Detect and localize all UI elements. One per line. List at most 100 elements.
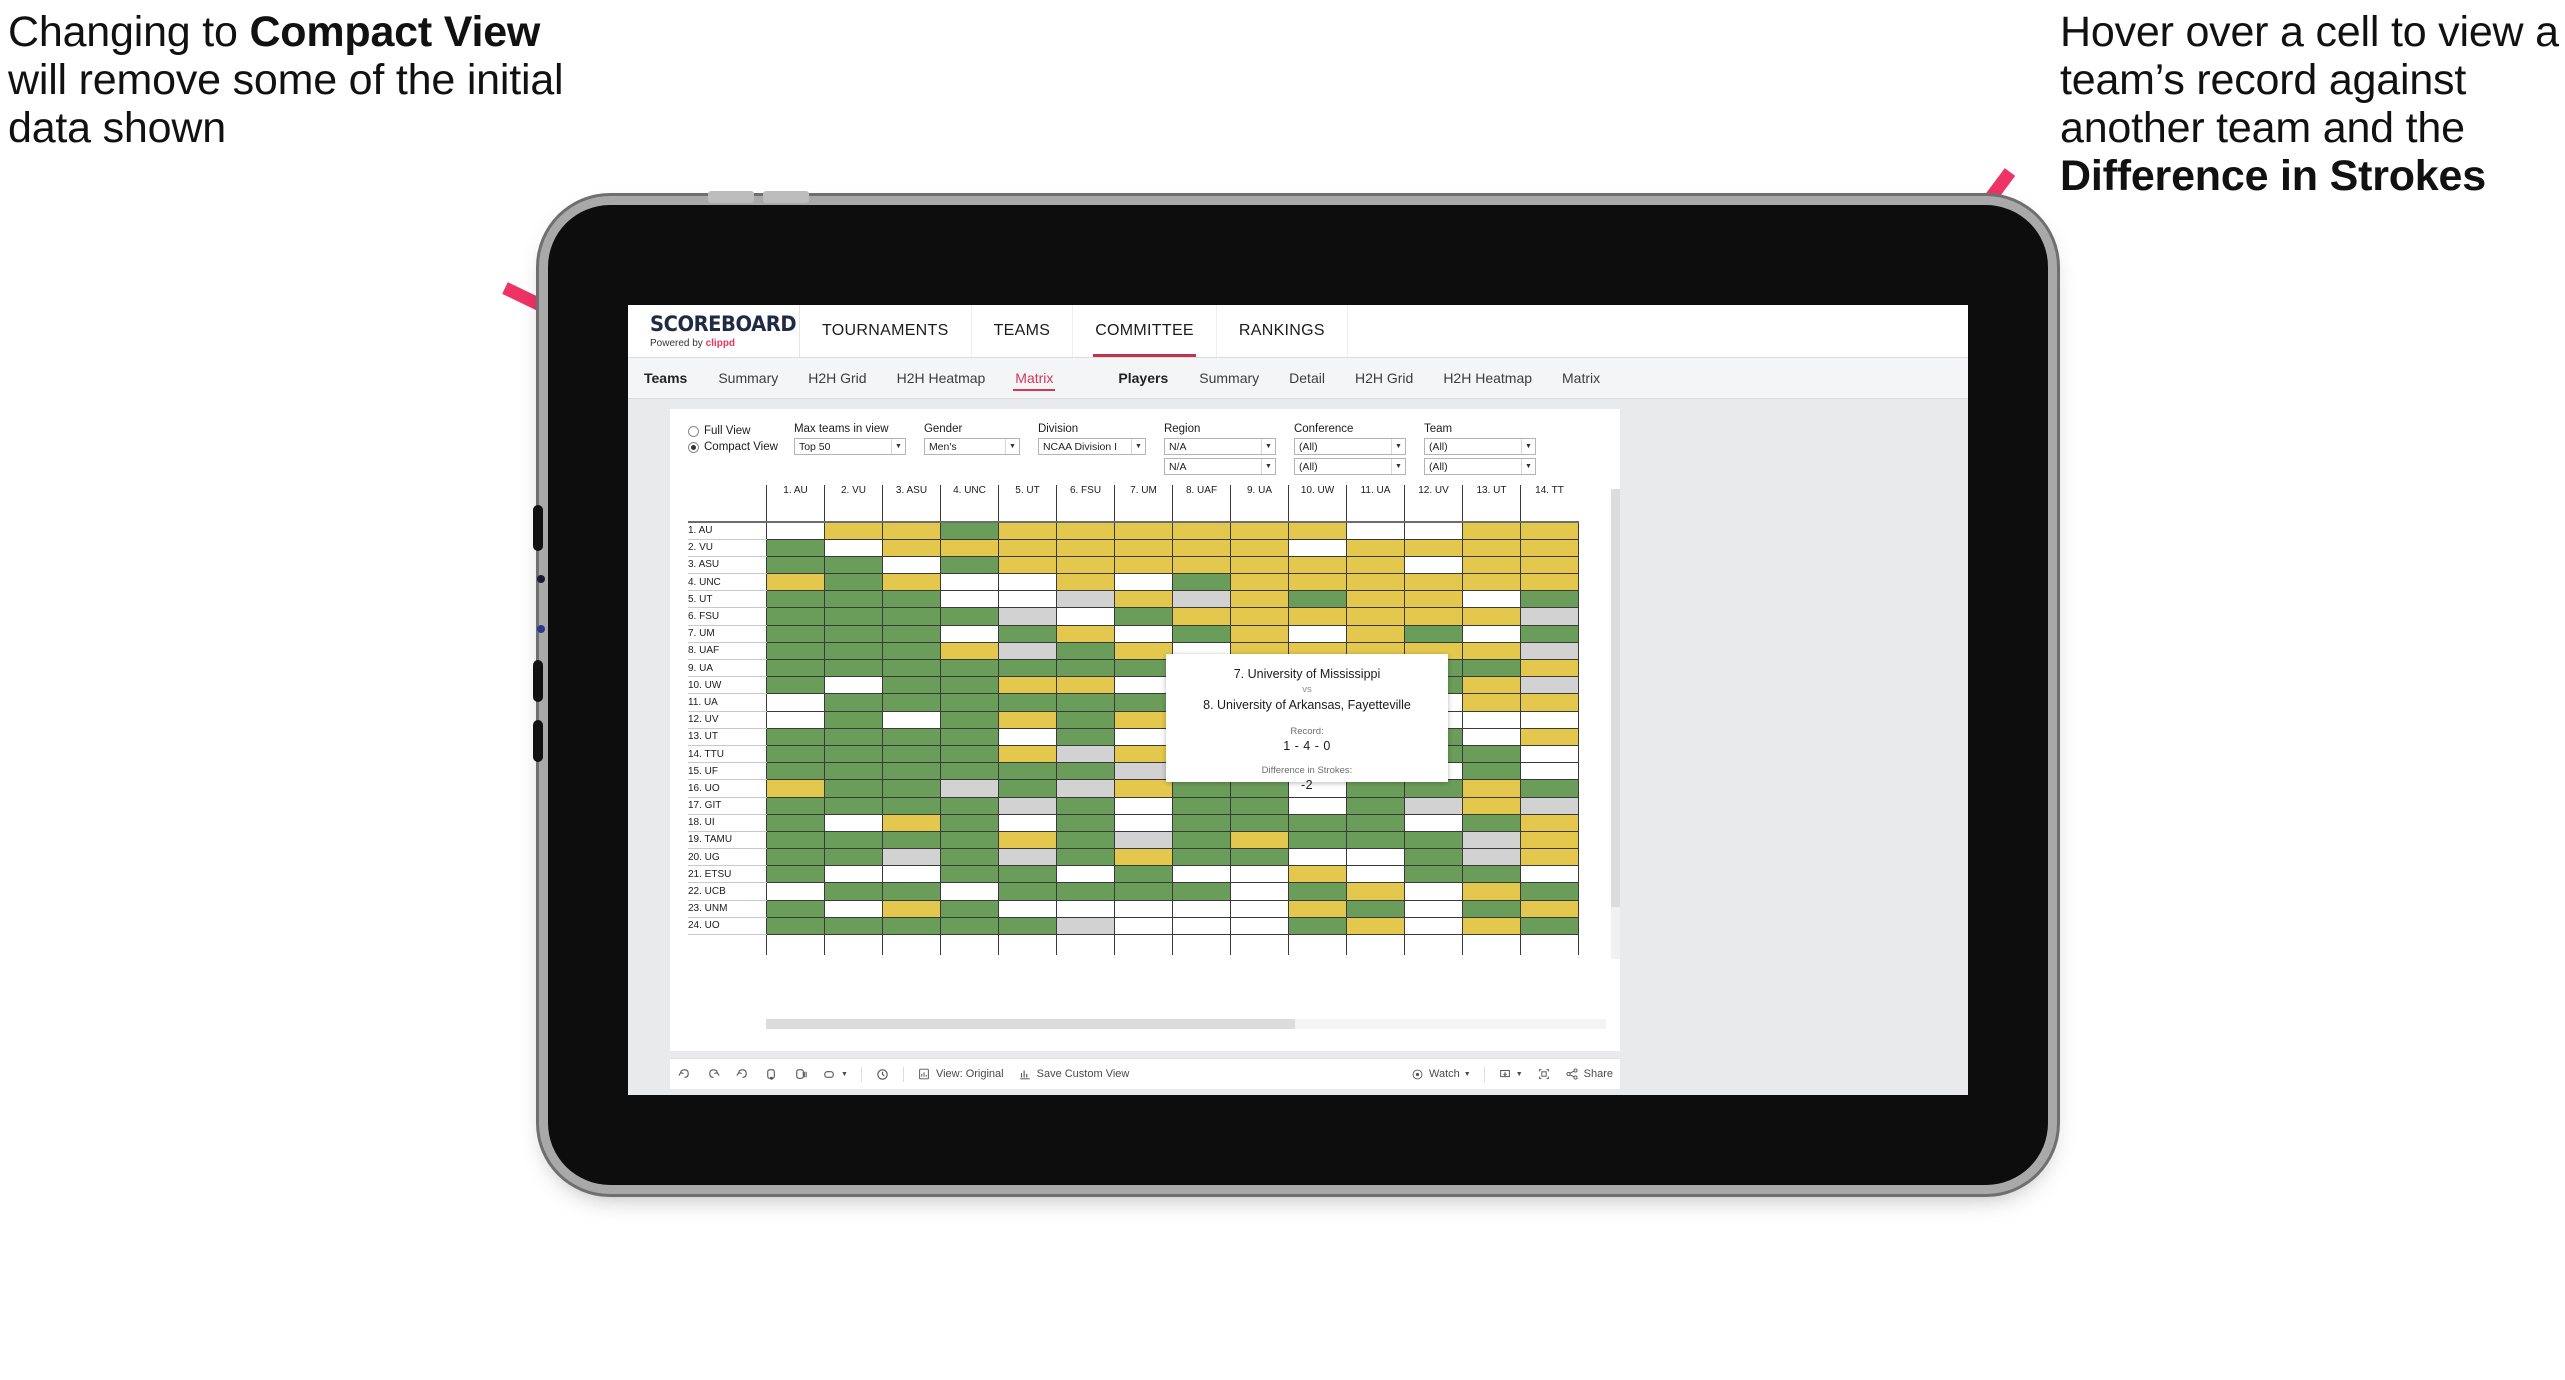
- matrix-cell[interactable]: [1056, 659, 1115, 678]
- matrix-cell[interactable]: [882, 607, 941, 626]
- subtab-players-h2h-heatmap[interactable]: H2H Heatmap: [1428, 358, 1547, 398]
- matrix-cell[interactable]: [1230, 522, 1289, 540]
- dropdown-conference-1[interactable]: (All) ▼: [1293, 438, 1406, 455]
- matrix-cell[interactable]: [998, 779, 1057, 798]
- matrix-cell[interactable]: [1346, 573, 1405, 592]
- matrix-cell[interactable]: [1520, 762, 1579, 781]
- matrix-cell[interactable]: [998, 900, 1057, 918]
- matrix-cell[interactable]: [998, 607, 1057, 626]
- matrix-cell[interactable]: [1114, 917, 1173, 936]
- matrix-cell[interactable]: [1172, 831, 1231, 850]
- matrix-cell[interactable]: [1114, 625, 1173, 643]
- matrix-cell[interactable]: [1346, 831, 1405, 850]
- matrix-row-header[interactable]: 10. UW: [688, 676, 767, 695]
- matrix-cell[interactable]: [1346, 900, 1405, 918]
- matrix-row-header[interactable]: 4. UNC: [688, 573, 767, 592]
- matrix-cell[interactable]: [1172, 865, 1231, 884]
- matrix-cell[interactable]: [824, 934, 883, 955]
- matrix-cell[interactable]: [824, 659, 883, 678]
- matrix-cell[interactable]: [882, 797, 941, 815]
- matrix-cell[interactable]: [1230, 831, 1289, 850]
- matrix-cell[interactable]: [1230, 917, 1289, 936]
- nav-item-teams[interactable]: TEAMS: [972, 305, 1074, 357]
- matrix-cell[interactable]: [1230, 573, 1289, 592]
- matrix-cell[interactable]: [766, 539, 825, 557]
- matrix-cell[interactable]: [940, 556, 999, 575]
- radio-compact-view[interactable]: Compact View: [688, 441, 778, 453]
- matrix-cell[interactable]: [1404, 556, 1463, 575]
- matrix-cell[interactable]: [766, 607, 825, 626]
- matrix-cell[interactable]: [1114, 590, 1173, 609]
- view-original-button[interactable]: View: Original: [910, 1059, 1011, 1089]
- matrix-cell[interactable]: [1288, 882, 1347, 901]
- matrix-cell[interactable]: [1520, 831, 1579, 850]
- revert-button[interactable]: [728, 1059, 757, 1089]
- matrix-cell[interactable]: [1520, 556, 1579, 575]
- matrix-cell[interactable]: [1056, 745, 1115, 764]
- matrix-column-header[interactable]: 7. UM: [1114, 485, 1173, 523]
- matrix-cell[interactable]: [1288, 917, 1347, 936]
- matrix-horizontal-scrollbar[interactable]: [766, 1019, 1606, 1029]
- matrix-cell[interactable]: [1230, 882, 1289, 901]
- matrix-cell[interactable]: [1520, 539, 1579, 557]
- matrix-cell[interactable]: [882, 676, 941, 695]
- matrix-cell[interactable]: [1462, 573, 1521, 592]
- share-button[interactable]: Share: [1558, 1059, 1620, 1089]
- matrix-cell[interactable]: [998, 539, 1057, 557]
- matrix-cell[interactable]: [998, 814, 1057, 832]
- matrix-cell[interactable]: [998, 711, 1057, 729]
- matrix-cell[interactable]: [1404, 865, 1463, 884]
- matrix-cell[interactable]: [940, 934, 999, 955]
- matrix-cell[interactable]: [1056, 625, 1115, 643]
- matrix-cell[interactable]: [1056, 556, 1115, 575]
- matrix-cell[interactable]: [1114, 728, 1173, 746]
- matrix-cell[interactable]: [882, 779, 941, 798]
- redo-button[interactable]: [699, 1059, 728, 1089]
- matrix-cell[interactable]: [824, 590, 883, 609]
- matrix-cell[interactable]: [998, 590, 1057, 609]
- matrix-cell[interactable]: [1404, 573, 1463, 592]
- matrix-cell[interactable]: [1520, 693, 1579, 712]
- nav-item-rankings[interactable]: RANKINGS: [1217, 305, 1348, 357]
- matrix-cell[interactable]: [1172, 797, 1231, 815]
- matrix-cell[interactable]: [1462, 831, 1521, 850]
- matrix-cell[interactable]: [1520, 882, 1579, 901]
- matrix-cell[interactable]: [1230, 590, 1289, 609]
- matrix-cell[interactable]: [882, 556, 941, 575]
- matrix-cell[interactable]: [766, 573, 825, 592]
- matrix-cell[interactable]: [824, 556, 883, 575]
- matrix-row-header[interactable]: 19. TAMU: [688, 831, 767, 850]
- matrix-cell[interactable]: [1114, 522, 1173, 540]
- matrix-cell[interactable]: [1288, 522, 1347, 540]
- matrix-row-header[interactable]: 18. UI: [688, 814, 767, 832]
- matrix-cell[interactable]: [998, 865, 1057, 884]
- matrix-cell[interactable]: [1230, 934, 1289, 955]
- matrix-cell[interactable]: [1230, 797, 1289, 815]
- matrix-cell[interactable]: [824, 762, 883, 781]
- matrix-cell[interactable]: [1114, 934, 1173, 955]
- matrix-cell[interactable]: [766, 625, 825, 643]
- matrix-cell[interactable]: [824, 882, 883, 901]
- matrix-cell[interactable]: [766, 728, 825, 746]
- matrix-cell[interactable]: [882, 865, 941, 884]
- matrix-cell[interactable]: [1520, 625, 1579, 643]
- matrix-cell[interactable]: [1288, 848, 1347, 867]
- matrix-cell[interactable]: [824, 848, 883, 867]
- matrix-cell[interactable]: [1230, 556, 1289, 575]
- matrix-row-header[interactable]: 7. UM: [688, 625, 767, 643]
- matrix-cell[interactable]: [1114, 693, 1173, 712]
- matrix-cell[interactable]: [940, 625, 999, 643]
- matrix-cell[interactable]: [766, 865, 825, 884]
- matrix-cell[interactable]: [1462, 882, 1521, 901]
- subtab-teams-matrix[interactable]: Matrix: [1000, 358, 1068, 398]
- matrix-cell[interactable]: [1172, 917, 1231, 936]
- h2h-matrix[interactable]: 1. AU 2. VU 3. ASU 4. UNC 5. UT 6. FSU 7. UM 8.…: [688, 485, 1598, 993]
- matrix-vertical-scrollbar[interactable]: [1611, 489, 1620, 959]
- matrix-cell[interactable]: [1172, 814, 1231, 832]
- matrix-cell[interactable]: [1346, 607, 1405, 626]
- matrix-cell[interactable]: [824, 625, 883, 643]
- matrix-cell[interactable]: [1520, 779, 1579, 798]
- matrix-cell[interactable]: [766, 659, 825, 678]
- matrix-cell[interactable]: [1520, 711, 1579, 729]
- matrix-cell[interactable]: [998, 693, 1057, 712]
